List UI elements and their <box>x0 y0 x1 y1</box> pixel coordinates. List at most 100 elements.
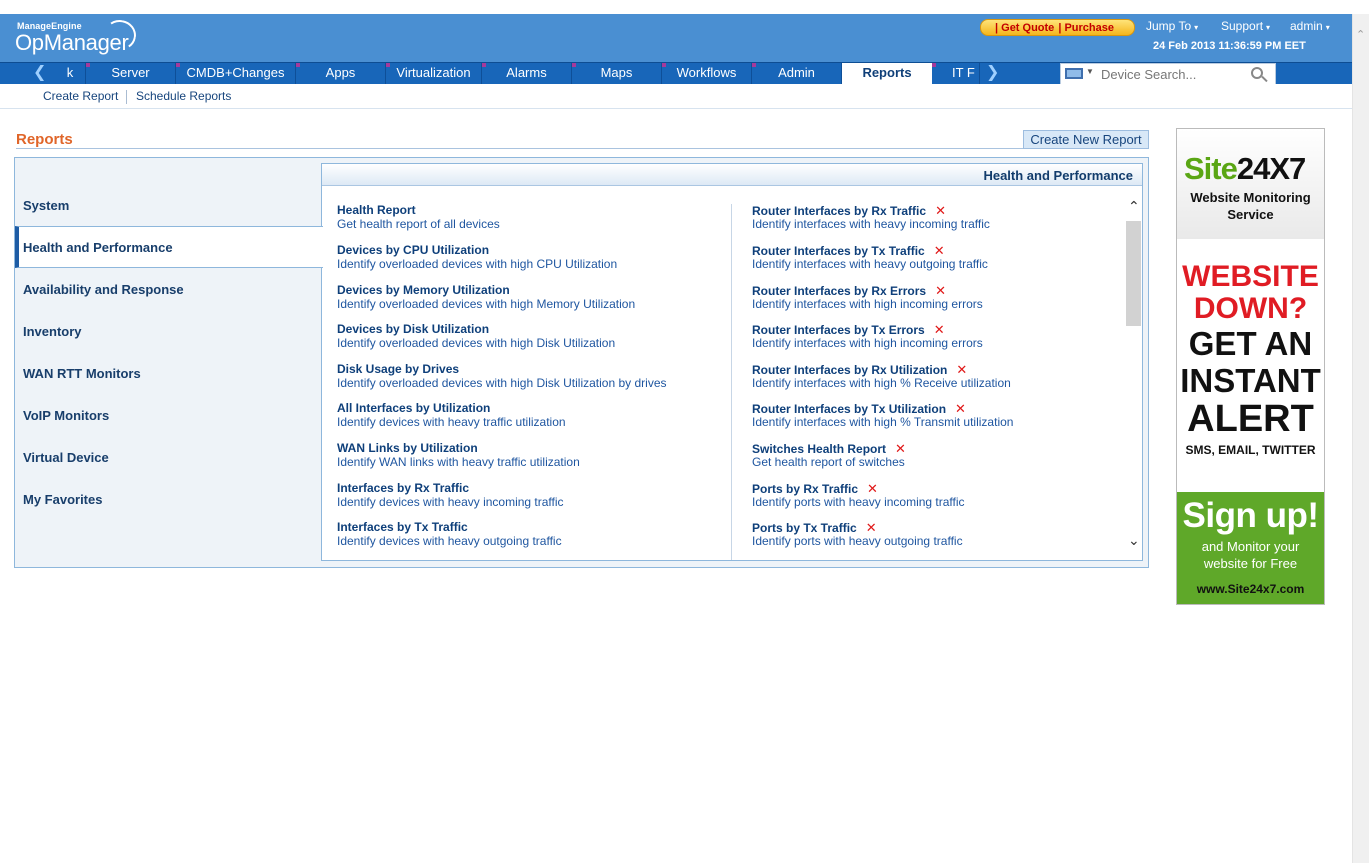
tab-network[interactable]: k <box>55 63 86 84</box>
tab-cmdb[interactable]: CMDB+Changes <box>176 63 296 84</box>
report-title[interactable]: Router Interfaces by Rx Errors <box>752 284 926 298</box>
remove-icon[interactable]: ✕ <box>935 203 946 218</box>
report-title[interactable]: Interfaces by Rx Traffic <box>337 481 564 495</box>
report-item[interactable]: Router Interfaces by Tx Utilization ✕ Iden… <box>752 401 1013 429</box>
page-scrollbar[interactable]: ⌃ <box>1352 14 1369 863</box>
category-availability[interactable]: Availability and Response <box>15 269 322 311</box>
chevron-down-icon[interactable]: ▼ <box>1086 67 1094 76</box>
tab-virtualization[interactable]: Virtualization <box>386 63 482 84</box>
search-icon[interactable] <box>1251 67 1263 79</box>
report-item[interactable]: Interfaces by Rx Traffic Identify devices… <box>337 481 564 509</box>
category-voip[interactable]: VoIP Monitors <box>15 395 322 437</box>
report-title[interactable]: Interfaces by Tx Traffic <box>337 520 562 534</box>
remove-icon[interactable]: ✕ <box>956 362 967 377</box>
tab-apps[interactable]: Apps <box>296 63 386 84</box>
chevron-down-icon: ▾ <box>1266 23 1271 32</box>
report-title[interactable]: Router Interfaces by Tx Utilization <box>752 402 946 416</box>
tab-reports[interactable]: Reports <box>842 63 932 86</box>
support-menu[interactable]: Support ▾ <box>1221 19 1270 33</box>
category-wan-rtt[interactable]: WAN RTT Monitors <box>15 353 322 395</box>
main-nav: ❮ k Server CMDB+Changes Apps Virtualizat… <box>0 62 1352 86</box>
tab-label: Virtualization <box>396 65 471 80</box>
create-new-report-button[interactable]: Create New Report <box>1023 130 1149 149</box>
report-title[interactable]: Health Report <box>337 203 500 217</box>
device-search-input[interactable]: Device Search... <box>1101 67 1196 82</box>
report-title[interactable]: WAN Links by Utilization <box>337 441 580 455</box>
report-list-scrollbar[interactable]: ⌃ ⌄ <box>1126 194 1142 560</box>
user-label: admin <box>1290 19 1323 33</box>
chevron-down-icon[interactable]: ⌄ <box>1128 532 1140 549</box>
report-item[interactable]: All Interfaces by Utilization Identify de… <box>337 401 566 429</box>
tab-label: Reports <box>862 65 912 80</box>
remove-icon[interactable]: ✕ <box>934 322 945 337</box>
report-title[interactable]: Devices by Disk Utilization <box>337 322 615 336</box>
report-title[interactable]: Devices by CPU Utilization <box>337 243 617 257</box>
chevron-down-icon: ▾ <box>1194 23 1199 32</box>
tab-it[interactable]: IT F <box>932 63 980 84</box>
get-quote-link[interactable]: | Get Quote <box>995 22 1054 34</box>
report-item[interactable]: Disk Usage by Drives Identify overloaded … <box>337 362 667 390</box>
remove-icon[interactable]: ✕ <box>867 481 878 496</box>
create-report-link[interactable]: Create Report <box>43 89 118 103</box>
category-inventory[interactable]: Inventory <box>15 311 322 353</box>
site24x7-ad[interactable]: Site24X7 Website Monitoring Service WEBSI… <box>1176 128 1325 605</box>
report-item[interactable]: Devices by Disk Utilization Identify over… <box>337 322 615 350</box>
schedule-reports-link[interactable]: Schedule Reports <box>136 89 231 103</box>
report-item[interactable]: Switches Health Report ✕ Get health report… <box>752 441 906 469</box>
report-title[interactable]: Router Interfaces by Tx Errors <box>752 323 925 337</box>
ad-line: WEBSITE <box>1182 260 1319 293</box>
report-item[interactable]: Router Interfaces by Rx Utilization ✕ Iden… <box>752 362 1011 390</box>
report-item[interactable]: Devices by Memory Utilization Identify ov… <box>337 283 635 311</box>
report-item[interactable]: Health Report Get health report of all de… <box>337 203 500 231</box>
report-title[interactable]: Router Interfaces by Rx Utilization <box>752 363 947 377</box>
report-item[interactable]: Router Interfaces by Tx Traffic ✕ Identify… <box>752 243 988 271</box>
remove-icon[interactable]: ✕ <box>955 401 966 416</box>
scroll-thumb[interactable] <box>1126 221 1141 326</box>
report-title[interactable]: Switches Health Report <box>752 442 886 456</box>
tab-admin[interactable]: Admin <box>752 63 842 84</box>
tab-workflows[interactable]: Workflows <box>662 63 752 84</box>
category-system[interactable]: System <box>15 185 322 227</box>
report-item[interactable]: Ports by Tx Traffic ✕ Identify ports with … <box>752 520 963 548</box>
nav-scroll-left-icon[interactable]: ❮ <box>33 64 46 82</box>
report-item[interactable]: WAN Links by Utilization Identify WAN lin… <box>337 441 580 469</box>
nav-scroll-right-icon[interactable]: ❯ <box>986 64 999 82</box>
remove-icon[interactable]: ✕ <box>866 520 877 535</box>
ad-signup[interactable]: Sign up! <box>1177 494 1324 538</box>
report-item[interactable]: Ports by Rx Traffic ✕ Identify ports with … <box>752 481 965 509</box>
jump-to-label: Jump To <box>1146 19 1192 33</box>
category-my-favorites[interactable]: My Favorites <box>15 479 322 521</box>
monitor-icon[interactable] <box>1065 68 1083 79</box>
report-title[interactable]: Ports by Rx Traffic <box>752 482 858 496</box>
report-title[interactable]: Router Interfaces by Rx Traffic <box>752 204 926 218</box>
tab-alarms[interactable]: Alarms <box>482 63 572 84</box>
tab-maps[interactable]: Maps <box>572 63 662 84</box>
report-desc: Identify ports with heavy outgoing traff… <box>752 534 963 548</box>
report-title[interactable]: All Interfaces by Utilization <box>337 401 566 415</box>
remove-icon[interactable]: ✕ <box>895 441 906 456</box>
chevron-up-icon[interactable]: ⌃ <box>1128 198 1140 215</box>
ad-logo-site: Site <box>1184 151 1238 186</box>
purchase-link[interactable]: | Purchase <box>1058 22 1114 34</box>
jump-to-menu[interactable]: Jump To ▾ <box>1146 19 1198 33</box>
tab-server[interactable]: Server <box>86 63 176 84</box>
ad-url[interactable]: www.Site24x7.com <box>1177 582 1324 596</box>
report-title[interactable]: Devices by Memory Utilization <box>337 283 635 297</box>
category-virtual-device[interactable]: Virtual Device <box>15 437 322 479</box>
device-search[interactable]: ▼ Device Search... <box>1060 63 1276 85</box>
report-item[interactable]: Router Interfaces by Rx Traffic ✕ Identify… <box>752 203 990 231</box>
report-item[interactable]: Router Interfaces by Tx Errors ✕ Identify … <box>752 322 983 350</box>
remove-icon[interactable]: ✕ <box>935 283 946 298</box>
chevron-up-icon[interactable]: ⌃ <box>1356 28 1365 41</box>
report-title[interactable]: Disk Usage by Drives <box>337 362 667 376</box>
ad-cta[interactable]: Sign up! and Monitor your website for Fr… <box>1177 492 1324 604</box>
user-menu[interactable]: admin ▾ <box>1290 19 1330 33</box>
report-item[interactable]: Interfaces by Tx Traffic Identify devices… <box>337 520 562 548</box>
report-title[interactable]: Ports by Tx Traffic <box>752 521 857 535</box>
report-item[interactable]: Devices by CPU Utilization Identify overl… <box>337 243 617 271</box>
tab-label: Admin <box>778 65 815 80</box>
report-item[interactable]: Router Interfaces by Rx Errors ✕ Identify … <box>752 283 983 311</box>
report-title[interactable]: Router Interfaces by Tx Traffic <box>752 244 925 258</box>
remove-icon[interactable]: ✕ <box>934 243 945 258</box>
category-health-performance[interactable]: Health and Performance <box>15 226 323 268</box>
